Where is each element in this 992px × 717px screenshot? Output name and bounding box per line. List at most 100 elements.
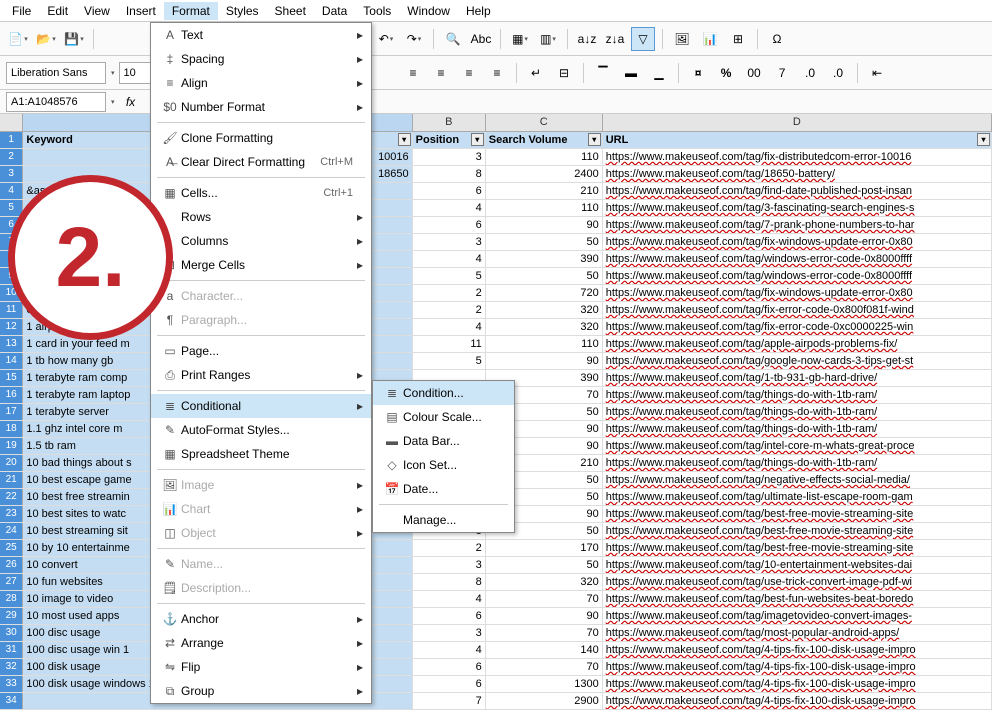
cell[interactable]: 3 — [413, 625, 486, 641]
align-top-icon[interactable]: ▔ — [591, 61, 615, 85]
cell[interactable]: https://www.makeuseof.com/tag/most-popul… — [603, 625, 992, 641]
align-justify-icon[interactable]: ≡ — [485, 61, 509, 85]
cell[interactable]: 2 — [413, 302, 486, 318]
cell[interactable]: 3 — [413, 234, 486, 250]
open-icon[interactable]: 📂▾ — [34, 27, 58, 51]
cell[interactable]: 70 — [486, 625, 603, 641]
menu-styles[interactable]: Styles — [218, 2, 267, 20]
menu-item[interactable]: ≣Condition... — [373, 381, 514, 405]
cell[interactable]: 5 — [413, 268, 486, 284]
menu-item[interactable]: Columns▸ — [151, 229, 371, 253]
cell[interactable]: 11 — [413, 336, 486, 352]
cell[interactable]: 390 — [486, 251, 603, 267]
column-title[interactable]: Search Volume▾ — [486, 132, 603, 148]
menu-item[interactable]: ⇄Arrange▸ — [151, 631, 371, 655]
menu-item[interactable]: ≡Align▸ — [151, 71, 371, 95]
row-header[interactable]: 14 — [0, 353, 23, 369]
menu-data[interactable]: Data — [314, 2, 355, 20]
function-wizard-icon[interactable]: fx — [119, 90, 143, 114]
font-name-input[interactable] — [6, 62, 106, 84]
cell[interactable]: 4 — [413, 200, 486, 216]
cell[interactable]: 8 — [413, 574, 486, 590]
row-header[interactable]: 29 — [0, 608, 23, 624]
sort-desc-icon[interactable]: z↓a — [603, 27, 627, 51]
menu-item[interactable]: ▦Spreadsheet Theme — [151, 442, 371, 466]
cell[interactable]: 4 — [413, 642, 486, 658]
cell[interactable]: https://www.makeuseof.com/tag/fix-window… — [603, 234, 992, 250]
cell[interactable]: 140 — [486, 642, 603, 658]
filter-icon[interactable]: ▾ — [977, 133, 990, 146]
cell[interactable]: 50 — [486, 268, 603, 284]
redo-icon[interactable]: ↷▾ — [402, 27, 426, 51]
align-bottom-icon[interactable]: ▁ — [647, 61, 671, 85]
col-header-b[interactable]: B — [413, 114, 486, 131]
filter-icon[interactable]: ▾ — [588, 133, 601, 146]
column-title[interactable]: Position▾ — [413, 132, 486, 148]
undo-icon[interactable]: ↶▾ — [374, 27, 398, 51]
cell[interactable]: 5 — [413, 353, 486, 369]
row-header[interactable]: 24 — [0, 523, 23, 539]
row-header[interactable]: 11 — [0, 302, 23, 318]
cell[interactable]: 6 — [413, 608, 486, 624]
menu-item[interactable]: ▭Page... — [151, 339, 371, 363]
menu-help[interactable]: Help — [458, 2, 499, 20]
cell[interactable]: https://www.makeuseof.com/tag/best-fun-w… — [603, 591, 992, 607]
cell[interactable]: https://www.makeuseof.com/tag/things-do-… — [603, 387, 992, 403]
column-icon[interactable]: ▥▾ — [536, 27, 560, 51]
row-header[interactable]: 30 — [0, 625, 23, 641]
menu-item[interactable]: ◇Icon Set... — [373, 453, 514, 477]
save-icon[interactable]: 💾▾ — [62, 27, 86, 51]
autofilter-icon[interactable]: ▽ — [631, 27, 655, 51]
cell[interactable]: 4 — [413, 251, 486, 267]
menu-item[interactable]: ▦Cells...Ctrl+1 — [151, 181, 371, 205]
menu-item[interactable]: ‡Spacing▸ — [151, 47, 371, 71]
menu-item[interactable]: ⚓Anchor▸ — [151, 607, 371, 631]
cell[interactable]: https://www.makeuseof.com/tag/things-do-… — [603, 404, 992, 420]
row-header[interactable]: 13 — [0, 336, 23, 352]
cell[interactable]: 8 — [413, 166, 486, 182]
cell[interactable]: 50 — [486, 557, 603, 573]
merge-icon[interactable]: ⊟ — [552, 61, 576, 85]
menu-item[interactable]: ▬Data Bar... — [373, 429, 514, 453]
align-right-icon[interactable]: ≡ — [457, 61, 481, 85]
cell[interactable]: 1300 — [486, 676, 603, 692]
align-center-icon[interactable]: ≡ — [429, 61, 453, 85]
select-all-corner[interactable] — [0, 114, 23, 131]
cell[interactable]: 3 — [413, 557, 486, 573]
cell[interactable]: https://www.makeuseof.com/tag/windows-er… — [603, 251, 992, 267]
align-left-icon[interactable]: ≡ — [401, 61, 425, 85]
cell[interactable]: https://www.makeuseof.com/tag/negative-e… — [603, 472, 992, 488]
cell[interactable]: 720 — [486, 285, 603, 301]
cell[interactable]: 6 — [413, 183, 486, 199]
cell[interactable]: 70 — [486, 591, 603, 607]
row-header[interactable]: 27 — [0, 574, 23, 590]
menu-file[interactable]: File — [4, 2, 39, 20]
row-header[interactable]: 23 — [0, 506, 23, 522]
cell[interactable]: 4 — [413, 319, 486, 335]
row-header[interactable]: 25 — [0, 540, 23, 556]
pivot-icon[interactable]: ⊞ — [726, 27, 750, 51]
menu-format[interactable]: Format — [164, 2, 218, 20]
cell[interactable]: 320 — [486, 319, 603, 335]
row-header[interactable]: 22 — [0, 489, 23, 505]
cell[interactable]: 6 — [413, 217, 486, 233]
row-header[interactable]: 19 — [0, 438, 23, 454]
cell[interactable]: 110 — [486, 336, 603, 352]
cell[interactable]: https://www.makeuseof.com/tag/4-tips-fix… — [603, 693, 992, 709]
cell[interactable]: https://www.makeuseof.com/tag/4-tips-fix… — [603, 659, 992, 675]
spellcheck-icon[interactable]: Abc — [469, 27, 493, 51]
cell[interactable]: 6 — [413, 676, 486, 692]
menu-item[interactable]: ≣Conditional▸ — [151, 394, 371, 418]
cell[interactable]: https://www.makeuseof.com/tag/18650-batt… — [603, 166, 992, 182]
cell[interactable]: https://www.makeuseof.com/tag/10-enterta… — [603, 557, 992, 573]
menu-edit[interactable]: Edit — [39, 2, 76, 20]
menu-view[interactable]: View — [76, 2, 118, 20]
cell[interactable]: 50 — [486, 234, 603, 250]
date-icon[interactable]: 7 — [770, 61, 794, 85]
row-header[interactable]: 12 — [0, 319, 23, 335]
filter-icon[interactable]: ▾ — [471, 133, 484, 146]
cell[interactable]: https://www.makeuseof.com/tag/1-tb-931-g… — [603, 370, 992, 386]
cell[interactable]: https://www.makeuseof.com/tag/4-tips-fix… — [603, 676, 992, 692]
row-header[interactable]: 4 — [0, 183, 23, 199]
cell[interactable]: 2 — [413, 285, 486, 301]
